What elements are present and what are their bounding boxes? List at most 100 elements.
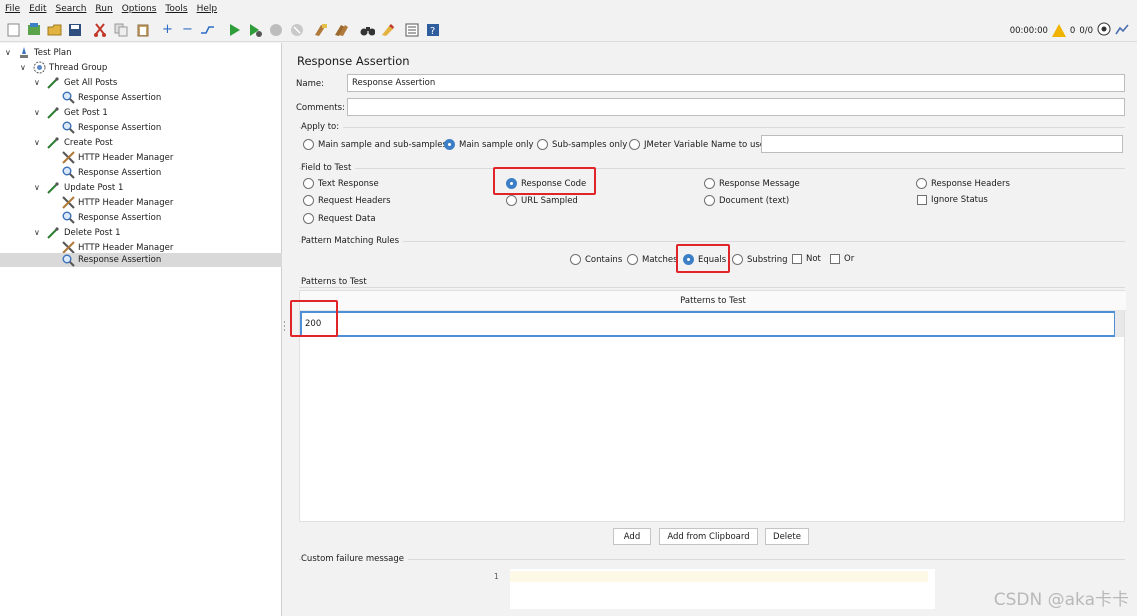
stop-icon[interactable] xyxy=(268,22,283,37)
chevron-down-icon[interactable]: ∨ xyxy=(20,63,26,72)
menu-search[interactable]: Search xyxy=(56,4,87,14)
rule-not-checkbox[interactable]: Not xyxy=(792,254,821,264)
name-field[interactable]: Response Assertion xyxy=(347,74,1125,92)
remote-icon[interactable] xyxy=(1097,22,1111,39)
tree-item-get-post-1[interactable]: ∨ Get Post 1 xyxy=(0,105,282,120)
tree-item-response-assertion[interactable]: Response Assertion xyxy=(0,165,282,180)
toggle-icon[interactable] xyxy=(200,22,215,37)
test-plan-icon xyxy=(17,46,31,60)
tree-item-response-assertion[interactable]: Response Assertion xyxy=(0,210,282,225)
field-response-message-radio[interactable]: Response Message xyxy=(704,178,800,189)
apply-sub-only-radio[interactable]: Sub-samples only xyxy=(537,139,627,150)
field-url-sampled-radio[interactable]: URL Sampled xyxy=(506,195,578,206)
checkbox-icon xyxy=(792,254,802,264)
patterns-label: Patterns to Test xyxy=(301,277,371,287)
menu-bar: File Edit Search Run Options Tools Help xyxy=(0,0,1137,17)
help-icon[interactable]: ? xyxy=(425,22,440,37)
add-from-clipboard-button[interactable]: Add from Clipboard xyxy=(659,528,758,545)
paste-icon[interactable] xyxy=(135,22,150,37)
sampler-pipette-icon xyxy=(46,226,60,240)
delete-button[interactable]: Delete xyxy=(765,528,809,545)
warning-icon[interactable] xyxy=(1051,24,1066,37)
field-document-text-radio[interactable]: Document (text) xyxy=(704,195,789,206)
radio-icon xyxy=(627,254,638,265)
tree-item-label: HTTP Header Manager xyxy=(78,152,174,163)
clear-icon[interactable] xyxy=(313,22,328,37)
tree-item-http-header-manager[interactable]: HTTP Header Manager xyxy=(0,150,282,165)
apply-main-and-sub-radio[interactable]: Main sample and sub-samples xyxy=(303,139,447,150)
tree-item-test-plan[interactable]: ∨ Test Plan xyxy=(0,45,282,60)
chevron-down-icon[interactable]: ∨ xyxy=(34,183,40,192)
field-response-headers-radio[interactable]: Response Headers xyxy=(916,178,1010,189)
clear-all-icon[interactable] xyxy=(334,22,349,37)
copy-icon[interactable] xyxy=(113,22,128,37)
chevron-down-icon[interactable]: ∨ xyxy=(34,228,40,237)
rule-substring-radio[interactable]: Substring xyxy=(732,254,788,265)
radio-icon xyxy=(570,254,581,265)
shutdown-icon[interactable] xyxy=(289,22,304,37)
menu-help[interactable]: Help xyxy=(197,4,218,14)
reset-search-icon[interactable] xyxy=(380,22,395,37)
option-label: Not xyxy=(806,254,821,264)
tree-item-thread-group[interactable]: ∨ Thread Group xyxy=(0,60,282,75)
custom-failure-editor[interactable] xyxy=(510,569,935,609)
function-helper-icon[interactable] xyxy=(404,22,419,37)
custom-failure-section xyxy=(299,559,1125,560)
jmeter-variable-field[interactable] xyxy=(761,135,1123,153)
tree-item-response-assertion[interactable]: Response Assertion xyxy=(0,90,282,105)
rule-matches-radio[interactable]: Matches xyxy=(627,254,678,265)
checkbox-icon xyxy=(917,195,927,205)
apply-jmeter-variable-radio[interactable]: JMeter Variable Name to use xyxy=(629,139,765,150)
option-label: JMeter Variable Name to use xyxy=(644,139,766,150)
open-folder-icon[interactable] xyxy=(47,22,62,37)
ignore-status-checkbox[interactable]: Ignore Status xyxy=(917,195,988,205)
field-request-data-radio[interactable]: Request Data xyxy=(303,213,376,224)
expand-icon[interactable]: + xyxy=(160,22,175,37)
field-text-response-radio[interactable]: Text Response xyxy=(303,178,379,189)
new-file-icon[interactable] xyxy=(6,22,21,37)
magnifier-icon xyxy=(61,211,75,225)
start-no-pauses-icon[interactable] xyxy=(247,22,262,37)
watermark: CSDN @aka卡卡 xyxy=(993,590,1129,610)
chevron-down-icon[interactable]: ∨ xyxy=(5,48,11,57)
save-icon[interactable] xyxy=(67,22,82,37)
chevron-down-icon[interactable]: ∨ xyxy=(34,78,40,87)
menu-tools[interactable]: Tools xyxy=(165,4,187,14)
menu-options[interactable]: Options xyxy=(122,4,157,14)
comments-field[interactable] xyxy=(347,98,1125,116)
gear-icon xyxy=(32,61,46,75)
chevron-down-icon[interactable]: ∨ xyxy=(34,138,40,147)
apply-to-section xyxy=(299,127,1125,128)
tree-item-label: Thread Group xyxy=(49,62,108,73)
menu-file[interactable]: File xyxy=(5,4,20,14)
tree-item-update-post-1[interactable]: ∨ Update Post 1 xyxy=(0,180,282,195)
custom-failure-label: Custom failure message xyxy=(301,554,409,564)
field-to-test-label: Field to Test xyxy=(301,163,356,173)
cut-icon[interactable] xyxy=(92,22,107,37)
tree-item-response-assertion-selected[interactable]: Response Assertion xyxy=(0,253,282,267)
collapse-icon[interactable]: − xyxy=(180,22,195,37)
chevron-down-icon[interactable]: ∨ xyxy=(34,108,40,117)
tree-item-create-post[interactable]: ∨ Create Post xyxy=(0,135,282,150)
templates-icon[interactable] xyxy=(26,22,41,37)
log-viewer-icon[interactable] xyxy=(1115,22,1129,39)
apply-main-only-radio[interactable]: Main sample only xyxy=(444,139,534,150)
pattern-row[interactable]: 200 xyxy=(300,311,1116,337)
tree-item-label: Response Assertion xyxy=(78,212,162,223)
menu-edit[interactable]: Edit xyxy=(29,4,46,14)
menu-run[interactable]: Run xyxy=(95,4,112,14)
add-button[interactable]: Add xyxy=(613,528,651,545)
table-scrollbar[interactable] xyxy=(1115,311,1124,337)
field-request-headers-radio[interactable]: Request Headers xyxy=(303,195,391,206)
start-icon[interactable] xyxy=(227,22,242,37)
radio-icon xyxy=(303,139,314,150)
tree-item-get-all-posts[interactable]: ∨ Get All Posts xyxy=(0,75,282,90)
tree-item-http-header-manager[interactable]: HTTP Header Manager xyxy=(0,195,282,210)
option-label: Main sample and sub-samples xyxy=(318,139,447,150)
rule-contains-radio[interactable]: Contains xyxy=(570,254,622,265)
pattern-rules-label: Pattern Matching Rules xyxy=(301,236,403,246)
tree-item-delete-post-1[interactable]: ∨ Delete Post 1 xyxy=(0,225,282,240)
search-binoculars-icon[interactable] xyxy=(360,22,375,37)
tree-item-response-assertion[interactable]: Response Assertion xyxy=(0,120,282,135)
rule-or-checkbox[interactable]: Or xyxy=(830,254,854,264)
